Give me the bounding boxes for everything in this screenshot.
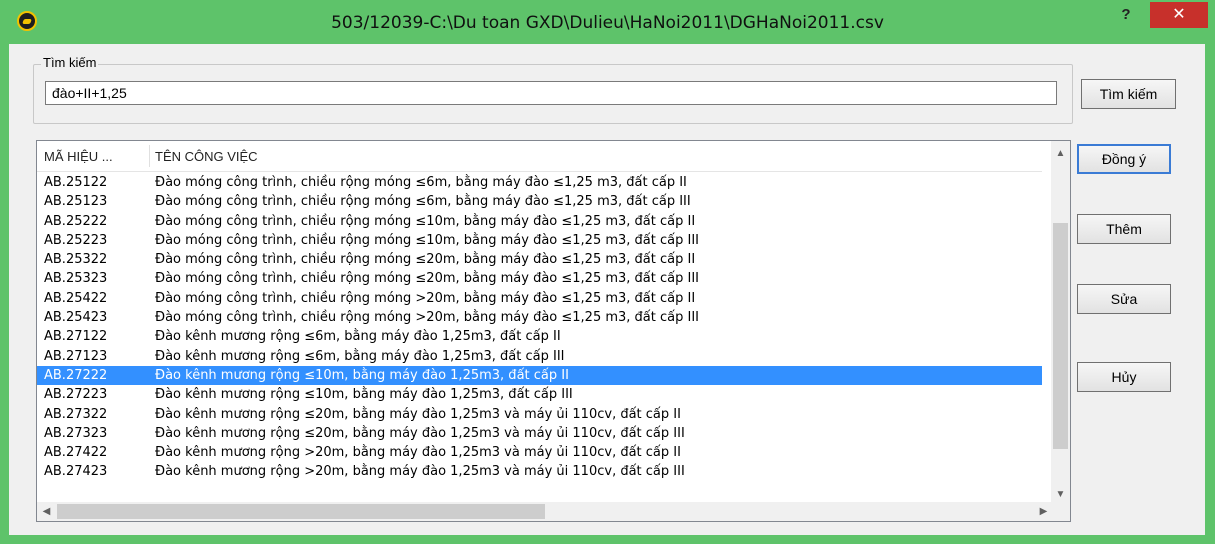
dialog-body: Tìm kiếm Tìm kiếm MÃ HIỆU ... TÊN CÔNG V… [9,44,1205,535]
ok-button-label: Đồng ý [1101,151,1147,167]
cancel-button[interactable]: Hủy [1077,362,1171,392]
list-item[interactable]: AB.25223 Đào móng công trình, chiều rộng … [37,231,1042,250]
item-name: Đào móng công trình, chiều rộng móng >20… [155,290,696,306]
list-item[interactable]: AB.27322 Đào kênh mương rộng ≤20m, bằng m… [37,405,1042,424]
list-item[interactable]: AB.27122 Đào kênh mương rộng ≤6m, bằng má… [37,327,1042,346]
list-item[interactable]: AB.25122 Đào móng công trình, chiều rộng … [37,173,1042,192]
list-item[interactable]: AB.25422 Đào móng công trình, chiều rộng … [37,289,1042,308]
search-group-label: Tìm kiếm [41,55,99,70]
list-rows: AB.25122 Đào móng công trình, chiều rộng … [37,173,1042,482]
window-title: 503/12039-C:\Du toan GXD\Dulieu\HaNoi201… [331,13,884,33]
item-name: Đào móng công trình, chiều rộng móng ≤20… [155,271,700,287]
vertical-scroll-thumb[interactable] [1053,223,1068,449]
horizontal-scrollbar[interactable]: ◀ ▶ [37,502,1053,521]
search-button-label: Tìm kiếm [1099,86,1158,102]
chevron-down-icon[interactable]: ▼ [1051,486,1070,503]
title-bar[interactable]: 503/12039-C:\Du toan GXD\Dulieu\HaNoi201… [0,0,1215,44]
chevron-left-icon[interactable]: ◀ [37,503,56,520]
item-code: AB.25323 [44,271,108,287]
list-item[interactable]: AB.25322 Đào móng công trình, chiều rộng … [37,250,1042,269]
item-name: Đào móng công trình, chiều rộng móng ≤6m… [155,175,687,190]
item-code: AB.25222 [44,213,108,229]
item-code: AB.25122 [44,175,108,190]
item-name: Đào kênh mương rộng >20m, bằng máy đào 1… [155,464,685,480]
item-code: AB.25123 [44,194,108,210]
item-name: Đào móng công trình, chiều rộng móng ≤20… [155,252,696,268]
help-button[interactable]: ? [1110,2,1142,28]
list-item[interactable]: AB.27123 Đào kênh mương rộng ≤6m, bằng má… [37,347,1042,366]
vertical-scrollbar[interactable]: ▲ ▼ [1051,141,1070,503]
item-name: Đào móng công trình, chiều rộng móng ≤6m… [155,194,691,210]
item-name: Đào móng công trình, chiều rộng móng ≤10… [155,213,696,229]
item-code: AB.27422 [44,445,108,461]
item-name: Đào kênh mương rộng ≤20m, bằng máy đào 1… [155,406,681,422]
item-name: Đào kênh mương rộng ≤6m, bằng máy đào 1,… [155,348,565,364]
item-name: Đào kênh mương rộng ≤20m, bằng máy đào 1… [155,425,685,441]
column-divider[interactable] [149,145,150,167]
item-code: AB.27323 [44,425,108,441]
horizontal-scroll-thumb[interactable] [57,504,545,519]
edit-button-label: Sửa [1110,291,1138,307]
chevron-up-icon[interactable]: ▲ [1051,145,1070,162]
list-header: MÃ HIỆU ... TÊN CÔNG VIỆC [37,141,1042,172]
item-name: Đào kênh mương rộng ≤6m, bằng máy đào 1,… [155,329,561,345]
edit-button[interactable]: Sửa [1077,284,1171,314]
item-code: AB.27123 [44,348,108,364]
list-item[interactable]: AB.27223 Đào kênh mương rộng ≤10m, bằng m… [37,385,1042,404]
item-name: Đào kênh mương rộng ≤10m, bằng máy đào 1… [155,387,573,403]
search-input[interactable] [45,81,1057,105]
item-code: AB.27122 [44,329,108,345]
item-code: AB.27222 [44,367,108,383]
list-item[interactable]: AB.27423 Đào kênh mương rộng >20m, bằng m… [37,462,1042,481]
dialog-window: 503/12039-C:\Du toan GXD\Dulieu\HaNoi201… [0,0,1215,544]
item-name: Đào móng công trình, chiều rộng móng ≤10… [155,232,700,248]
item-name: Đào kênh mương rộng ≤10m, bằng máy đào 1… [155,367,569,383]
item-code: AB.27423 [44,464,108,480]
item-code: AB.25223 [44,232,108,248]
list-item-selected[interactable]: AB.27222 Đào kênh mương rộng ≤10m, bằng m… [37,365,1042,386]
close-button[interactable]: ✕ [1150,2,1208,28]
item-name: Đào kênh mương rộng >20m, bằng máy đào 1… [155,445,681,461]
ok-button[interactable]: Đồng ý [1077,144,1171,174]
list-item[interactable]: AB.27323 Đào kênh mương rộng ≤20m, bằng m… [37,424,1042,443]
results-list[interactable]: MÃ HIỆU ... TÊN CÔNG VIỆC AB.25122 Đào mó… [36,140,1071,522]
list-item[interactable]: AB.25222 Đào móng công trình, chiều rộng … [37,212,1042,231]
item-name: Đào móng công trình, chiều rộng móng >20… [155,310,700,326]
cancel-button-label: Hủy [1111,369,1137,385]
item-code: AB.27322 [44,406,108,422]
list-item[interactable]: AB.27422 Đào kênh mương rộng >20m, bằng m… [37,443,1042,462]
add-button-label: Thêm [1106,221,1142,237]
item-code: AB.25423 [44,310,108,326]
add-button[interactable]: Thêm [1077,214,1171,244]
list-item[interactable]: AB.25423 Đào móng công trình, chiều rộng … [37,308,1042,327]
column-header-name[interactable]: TÊN CÔNG VIỆC [155,149,258,164]
scroll-corner [1051,502,1070,521]
search-button[interactable]: Tìm kiếm [1081,79,1176,109]
item-code: AB.27223 [44,387,108,403]
item-code: AB.25322 [44,252,108,268]
list-item[interactable]: AB.25323 Đào móng công trình, chiều rộng … [37,269,1042,288]
column-header-code[interactable]: MÃ HIỆU ... [44,149,113,164]
item-code: AB.25422 [44,290,108,306]
list-item[interactable]: AB.25123 Đào móng công trình, chiều rộng … [37,192,1042,211]
